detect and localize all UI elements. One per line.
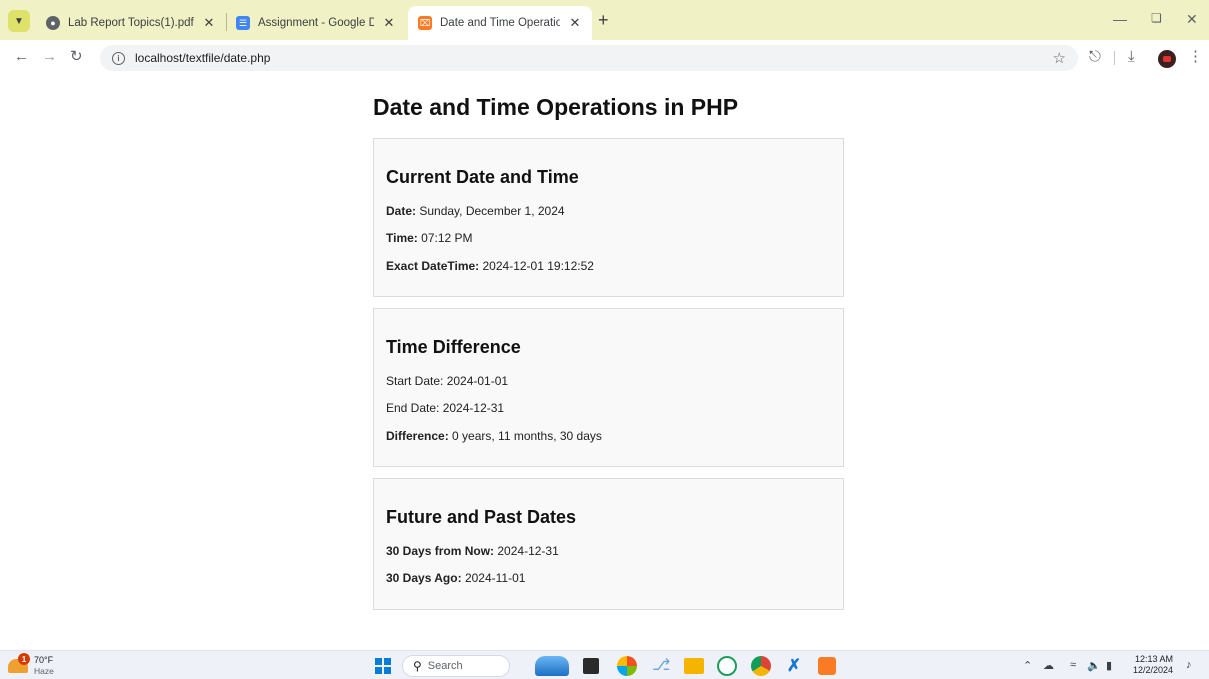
- end-date-line: End Date: 2024-12-31: [386, 401, 505, 415]
- weather-condition: Haze: [34, 666, 54, 676]
- bookmark-star-icon[interactable]: ☆: [1053, 49, 1066, 67]
- start-date-line: Start Date: 2024-01-01: [386, 374, 509, 388]
- url-text: localhost/textfile/date.php: [135, 51, 271, 65]
- time-label: Time:: [386, 231, 418, 245]
- new-tab-button[interactable]: +: [598, 11, 609, 29]
- download-icon[interactable]: ⤓: [1128, 49, 1135, 65]
- globe-icon: ●: [46, 16, 60, 30]
- tab-lab-report[interactable]: ● Lab Report Topics(1).pdf ✕: [36, 6, 226, 40]
- future-date-label: 30 Days from Now:: [386, 544, 495, 558]
- show-hidden-icons-icon[interactable]: ⌃: [1023, 659, 1032, 672]
- tab-date-time[interactable]: ⌧ Date and Time Operations ✕: [408, 6, 592, 40]
- chrome-icon[interactable]: [751, 656, 771, 676]
- search-label: Search: [427, 660, 463, 672]
- tab-title: Assignment - Google Docs: [258, 17, 374, 29]
- future-past-card: Future and Past Dates 30 Days from Now: …: [373, 478, 844, 610]
- browser-toolbar: ← → ↻ i localhost/textfile/date.php ☆ ⎋ …: [0, 40, 1209, 76]
- wifi-icon[interactable]: ≈: [1070, 659, 1076, 671]
- past-date-line: 30 Days Ago: 2024-11-01: [386, 571, 525, 585]
- widget-landscape-icon[interactable]: [535, 656, 569, 676]
- volume-muted-icon[interactable]: 🔈: [1087, 659, 1101, 672]
- clock-time: 12:13 AM: [1135, 654, 1174, 664]
- notifications-bell-icon[interactable]: ♪: [1186, 659, 1192, 671]
- google-docs-icon: ☰: [236, 16, 250, 30]
- exact-datetime-line: Exact DateTime: 2024-12-01 19:12:52: [386, 259, 594, 273]
- date-label: Date:: [386, 204, 417, 218]
- card-heading: Time Difference: [386, 337, 521, 357]
- site-info-icon[interactable]: i: [112, 51, 125, 65]
- past-date-label: 30 Days Ago:: [386, 571, 462, 585]
- xampp-icon: ⌧: [418, 16, 432, 30]
- toolbar-divider: [1114, 51, 1115, 65]
- exact-datetime-label: Exact DateTime:: [386, 259, 480, 273]
- copilot-icon[interactable]: [617, 656, 637, 676]
- windows-start-icon[interactable]: [375, 658, 391, 674]
- clock-date: 12/2/2024: [1133, 665, 1174, 675]
- card-heading: Future and Past Dates: [386, 507, 577, 527]
- cloud-sync-icon[interactable]: ☁: [1043, 659, 1054, 672]
- weather-widget[interactable]: 1 70°F Haze: [8, 653, 68, 677]
- search-icon: ⚲: [413, 659, 422, 673]
- difference-value: 0 years, 11 months, 30 days: [452, 429, 602, 443]
- current-date-card: Current Date and Time Date: Sunday, Dece…: [373, 138, 844, 297]
- notification-badge: 1: [18, 653, 30, 665]
- weather-temp: 70°F: [34, 655, 54, 665]
- close-window-icon[interactable]: ✕: [1186, 11, 1198, 28]
- difference-line: Difference: 0 years, 11 months, 30 days: [386, 429, 602, 443]
- time-line: Time: 07:12 PM: [386, 231, 473, 245]
- date-line: Date: Sunday, December 1, 2024: [386, 204, 565, 218]
- vscode-icon[interactable]: ✗: [785, 656, 803, 676]
- restore-icon[interactable]: ❏: [1151, 11, 1162, 25]
- browser-tab-strip: ▼ ● Lab Report Topics(1).pdf ✕ ☰ Assignm…: [0, 0, 1209, 40]
- past-date-value: 2024-11-01: [464, 571, 526, 585]
- address-bar[interactable]: i localhost/textfile/date.php ☆: [100, 45, 1078, 71]
- time-value: 07:12 PM: [421, 231, 473, 245]
- whatsapp-icon[interactable]: [717, 656, 737, 676]
- back-arrow-icon[interactable]: ←: [14, 49, 29, 65]
- reload-icon[interactable]: ↻: [70, 49, 83, 65]
- battery-icon[interactable]: ▮: [1106, 659, 1112, 672]
- xampp-icon[interactable]: [818, 657, 836, 675]
- tab-title: Lab Report Topics(1).pdf: [68, 17, 194, 29]
- future-date-line: 30 Days from Now: 2024-12-31: [386, 544, 559, 558]
- difference-label: Difference:: [386, 429, 449, 443]
- snipping-tool-icon[interactable]: ⎇: [652, 656, 670, 676]
- taskbar-search[interactable]: ⚲ Search: [402, 655, 510, 677]
- task-view-icon[interactable]: [583, 658, 599, 674]
- profile-avatar[interactable]: [1158, 50, 1176, 68]
- kebab-menu-icon[interactable]: ⋮: [1188, 49, 1203, 65]
- time-difference-card: Time Difference Start Date: 2024-01-01 E…: [373, 308, 844, 467]
- windows-taskbar: 1 70°F Haze ⚲ Search ⎇ ✗ ⌃ ☁ ≈ 🔈 ▮ 12:13…: [0, 650, 1209, 679]
- future-date-value: 2024-12-31: [497, 544, 559, 558]
- close-icon[interactable]: ✕: [382, 15, 396, 31]
- close-icon[interactable]: ✕: [202, 15, 216, 31]
- card-heading: Current Date and Time: [386, 167, 579, 187]
- date-value: Sunday, December 1, 2024: [419, 204, 565, 218]
- minimize-icon[interactable]: —: [1113, 11, 1127, 27]
- close-icon[interactable]: ✕: [568, 15, 582, 31]
- page-title: Date and Time Operations in PHP: [373, 94, 739, 120]
- system-clock[interactable]: 12:13 AM 12/2/2024: [1133, 654, 1173, 676]
- forward-arrow-icon[interactable]: →: [42, 49, 57, 65]
- exact-datetime-value: 2024-12-01 19:12:52: [482, 259, 594, 273]
- tab-title: Date and Time Operations: [440, 17, 560, 29]
- extensions-icon[interactable]: ⎋: [1089, 49, 1101, 65]
- tab-search-chevron-icon[interactable]: ▼: [8, 10, 30, 32]
- file-explorer-icon[interactable]: [684, 658, 704, 674]
- tab-google-docs[interactable]: ☰ Assignment - Google Docs ✕: [226, 6, 406, 40]
